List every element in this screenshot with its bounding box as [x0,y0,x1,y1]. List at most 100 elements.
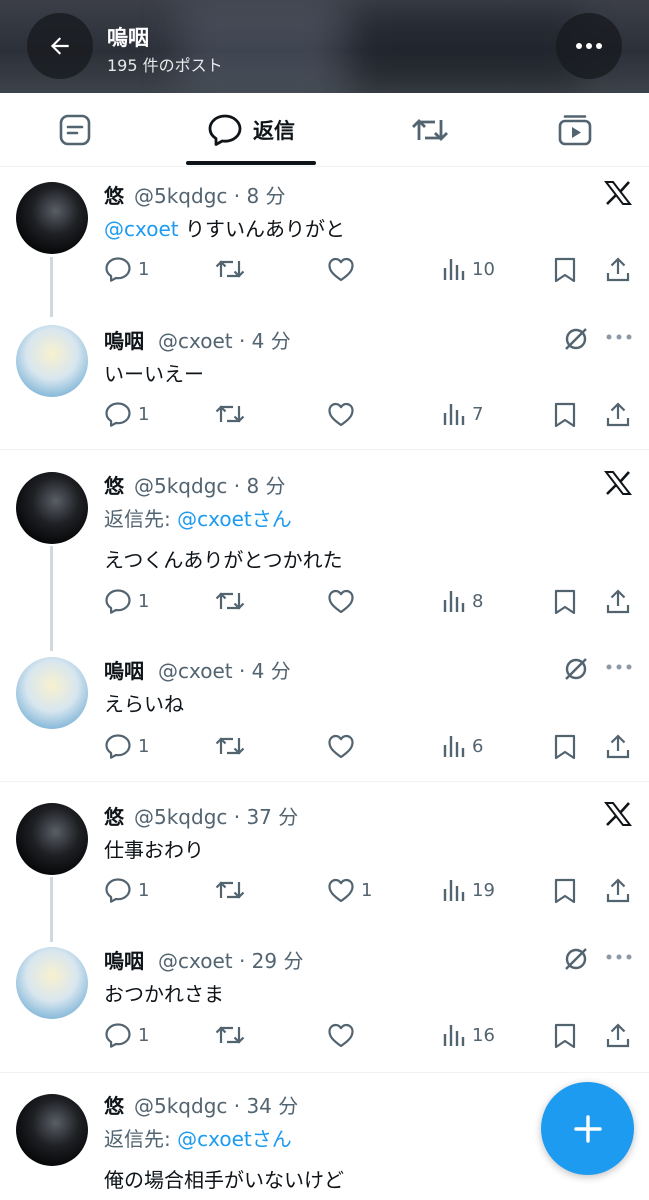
avatar[interactable] [16,657,88,729]
reply-count: 1 [138,1024,150,1046]
reply-action[interactable]: 1 [104,401,149,427]
views-action[interactable]: 10 [442,256,495,282]
plus-icon [573,1114,602,1143]
share-action[interactable] [605,588,631,616]
avatar[interactable] [16,182,88,254]
views-icon [443,880,465,901]
share-icon [606,589,630,614]
like-action[interactable] [327,256,361,282]
tweet-text: @cxoet りすいんありがと [104,217,345,241]
share-action[interactable] [605,733,631,761]
tweet-text: 俺の場合相手がいないけど [104,1168,344,1192]
divider [0,781,649,782]
handle-time: @cxoet · 29 分 [158,949,304,973]
reply-action[interactable]: 1 [104,588,149,614]
repost-icon [215,405,245,423]
avatar[interactable] [16,803,88,875]
repost-icon [215,737,245,755]
reply-action[interactable]: 1 [104,256,149,282]
heart-icon [328,1023,354,1048]
reply-icon [105,257,131,282]
like-action[interactable] [327,401,361,427]
post-count: 195 件のポスト [107,56,223,75]
back-button[interactable] [27,13,93,79]
posts-icon [59,114,91,145]
thread-line [50,257,53,317]
bookmark-action[interactable] [553,733,577,761]
reply-action[interactable]: 1 [104,877,149,903]
reply-icon [105,878,131,903]
display-name[interactable]: 悠 [104,801,124,830]
mute-icon[interactable] [562,945,590,973]
share-icon [606,1023,630,1048]
reply-count: 1 [138,403,150,425]
bookmark-action[interactable] [553,1022,577,1050]
divider [0,449,649,450]
share-action[interactable] [605,401,631,429]
display-name[interactable]: 嗚咽 [104,655,144,684]
avatar[interactable] [16,325,88,397]
reply-action[interactable]: 1 [104,733,149,759]
mention-link[interactable]: @cxoet [104,217,179,241]
mention-link[interactable]: @cxoetさん [177,507,292,531]
more-dots-icon[interactable] [606,334,632,340]
bookmark-action[interactable] [553,401,577,429]
like-action[interactable]: 1 [327,877,372,903]
more-button[interactable] [556,13,622,79]
views-icon [443,736,465,757]
avatar[interactable] [16,472,88,544]
views-action[interactable]: 16 [442,1022,495,1048]
display-name[interactable]: 嗚咽 [104,325,144,354]
bookmark-icon [554,402,576,428]
views-action[interactable]: 19 [442,877,495,903]
bookmark-icon [554,878,576,904]
mute-icon[interactable] [562,655,590,683]
repost-action[interactable] [214,256,246,282]
heart-icon [328,589,354,614]
avatar[interactable] [16,947,88,1019]
bookmark-action[interactable] [553,588,577,616]
reply-context: 返信先: @cxoetさん [104,1127,292,1151]
more-dots-icon[interactable] [606,954,632,960]
reply-icon [105,589,131,614]
view-count: 16 [472,1024,495,1046]
share-action[interactable] [605,256,631,284]
display-name[interactable]: 悠 [104,1090,124,1119]
repost-icon [215,260,245,278]
tab-posts[interactable] [30,93,120,166]
heart-icon [328,878,354,903]
views-action[interactable]: 6 [442,733,483,759]
views-action[interactable]: 7 [442,401,483,427]
share-action[interactable] [605,1022,631,1050]
like-action[interactable] [327,588,361,614]
display-name[interactable]: 嗚咽 [104,945,144,974]
display-name[interactable]: 悠 [104,470,124,499]
share-action[interactable] [605,877,631,905]
reply-action[interactable]: 1 [104,1022,149,1048]
tweet-text: えつくんありがとつかれた [104,548,343,572]
reply-icon [105,734,131,759]
bookmark-action[interactable] [553,877,577,905]
mention-link[interactable]: @cxoetさん [177,1127,292,1151]
tab-media[interactable] [530,93,620,166]
repost-action[interactable] [214,1022,246,1048]
more-dots-icon[interactable] [606,664,632,670]
bookmark-action[interactable] [553,256,577,284]
repost-action[interactable] [214,733,246,759]
compose-button[interactable] [541,1082,634,1175]
avatar[interactable] [16,1094,88,1166]
tab-replies[interactable]: 返信 [186,93,316,166]
repost-action[interactable] [214,588,246,614]
repost-action[interactable] [214,401,246,427]
heart-icon [328,402,354,427]
views-action[interactable]: 8 [442,588,483,614]
profile-header: 嗚咽 195 件のポスト [0,0,649,93]
tab-reposts[interactable] [385,93,475,166]
mute-icon[interactable] [562,325,590,353]
display-name[interactable]: 悠 [104,180,124,209]
repost-icon [215,592,245,610]
repost-action[interactable] [214,877,246,903]
share-icon [606,878,630,903]
like-action[interactable] [327,1022,361,1048]
like-action[interactable] [327,733,361,759]
